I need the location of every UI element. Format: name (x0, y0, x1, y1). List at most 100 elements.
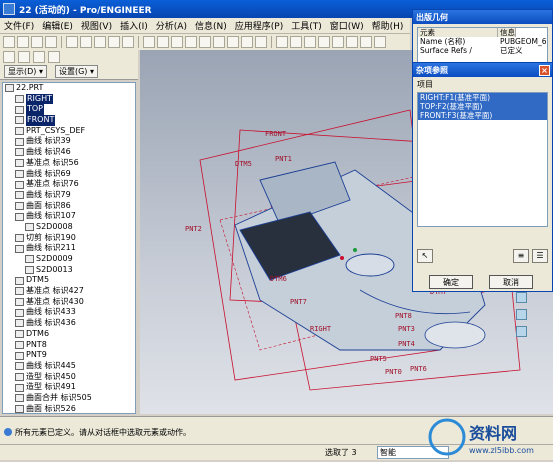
wireframe-icon[interactable] (290, 36, 302, 48)
tree-item[interactable]: PNT9 (3, 350, 135, 361)
tree-item[interactable]: 基准点 标识76 (3, 179, 135, 190)
settings-menu-button[interactable]: 设置(G) ▾ (54, 65, 98, 78)
hidden-line-icon[interactable] (304, 36, 316, 48)
layers-icon[interactable] (276, 36, 288, 48)
tree-item[interactable]: 曲线 标识436 (3, 318, 135, 329)
tree-item[interactable]: 22.PRT (3, 83, 135, 94)
datum-points-icon[interactable] (360, 36, 372, 48)
tree-item-label: FRONT (26, 115, 56, 126)
datum-label: PNT8 (395, 312, 412, 320)
open-file-icon[interactable] (17, 36, 29, 48)
saved-views-icon[interactable] (255, 36, 267, 48)
tree-item[interactable]: 造型 标识450 (3, 372, 135, 383)
print-icon[interactable] (45, 36, 57, 48)
reference-list[interactable]: RIGHT:F1(基准平面) TOP:F2(基准平面) FRONT:F3(基准平… (417, 92, 548, 227)
redo-icon[interactable] (80, 36, 92, 48)
tree-item[interactable]: 基准点 标识56 (3, 158, 135, 169)
tree-item[interactable]: S2D0008 (3, 222, 135, 233)
tree-item[interactable]: 曲面 标识526 (3, 404, 135, 413)
list-item[interactable]: FRONT:F3(基准平面) (418, 111, 547, 120)
model-tree-icon[interactable] (18, 51, 30, 63)
column-header: 信息 (498, 28, 516, 37)
datum-axes-icon[interactable] (346, 36, 358, 48)
zoom-in-icon[interactable] (199, 36, 211, 48)
tree-item[interactable]: DTM5 (3, 275, 135, 286)
tree-item[interactable]: 曲线 标识79 (3, 190, 135, 201)
repaint-icon[interactable] (171, 36, 183, 48)
tree-item[interactable]: FRONT (3, 115, 135, 126)
close-icon[interactable]: × (539, 64, 550, 76)
tree-item[interactable]: TOP (3, 104, 135, 116)
list-item[interactable]: RIGHT:F1(基准平面) (418, 93, 547, 102)
menu-item[interactable]: 窗口(W) (330, 19, 364, 32)
select-icon[interactable] (157, 36, 169, 48)
cancel-button[interactable]: 取消 (489, 275, 533, 289)
selection-count: 选取了 3 (325, 448, 357, 457)
tree-item[interactable]: 曲线 标识211 (3, 243, 135, 254)
menu-item[interactable]: 视图(V) (81, 19, 112, 32)
model-tree[interactable]: 22.PRT RIGHT TOP FRONT PRT_CSYS_DEF 曲线 标识39 曲线… (2, 82, 136, 414)
datum-plane-tool-icon[interactable] (516, 292, 527, 303)
tree-item[interactable]: 曲线 标识69 (3, 169, 135, 180)
tree-item[interactable]: S2D0009 (3, 254, 135, 265)
menu-item[interactable]: 工具(T) (291, 19, 322, 32)
cut-icon[interactable] (94, 36, 106, 48)
csys-icon[interactable] (374, 36, 386, 48)
folder-icon[interactable] (33, 51, 45, 63)
save-icon[interactable] (31, 36, 43, 48)
context-help-icon[interactable] (3, 51, 15, 63)
list-item[interactable]: TOP:F2(基准平面) (418, 102, 547, 111)
tree-item[interactable]: 曲线 标识107 (3, 211, 135, 222)
tree-item[interactable]: PRT_CSYS_DEF (3, 126, 135, 137)
ok-button[interactable]: 确定 (429, 275, 473, 289)
tree-item[interactable]: PNT8 (3, 340, 135, 351)
tree-item[interactable]: 基准点 标识427 (3, 286, 135, 297)
tree-item-label: 曲线 标识39 (26, 136, 71, 146)
datum-curve-tool-icon[interactable] (516, 326, 527, 337)
table-cell: PUBGEOM_6 (500, 37, 547, 46)
table-row[interactable]: Surface Refs / 已定义 (418, 46, 547, 55)
paste-icon[interactable] (122, 36, 134, 48)
menu-item[interactable]: 信息(N) (195, 19, 227, 32)
menu-item[interactable]: 文件(F) (4, 19, 34, 32)
table-row[interactable]: Name (名称) PUBGEOM_6 (418, 37, 547, 46)
shading-icon[interactable] (318, 36, 330, 48)
tree-item[interactable]: 切剪 标识190 (3, 233, 135, 244)
datum-planes-icon[interactable] (332, 36, 344, 48)
tree-item[interactable]: S2D0013 (3, 265, 135, 276)
tree-item[interactable]: 曲线 标识46 (3, 147, 135, 158)
menu-item[interactable]: 帮助(H) (372, 19, 404, 32)
menu-item[interactable]: 应用程序(P) (235, 19, 283, 32)
tree-item[interactable]: 曲线 标识433 (3, 307, 135, 318)
list-view-icon[interactable]: ≡ (513, 249, 529, 263)
tree-item[interactable]: 曲线 标识445 (3, 361, 135, 372)
copy-icon[interactable] (108, 36, 120, 48)
regenerate-icon[interactable] (143, 36, 155, 48)
zoom-out-icon[interactable] (213, 36, 225, 48)
menu-item[interactable]: 插入(I) (120, 19, 148, 32)
reorient-icon[interactable] (241, 36, 253, 48)
tree-item[interactable]: 曲面合并 标识505 (3, 393, 135, 404)
watermark-graphic: 资料网 www.zl5ibb.com (428, 418, 534, 456)
feature-icon (15, 127, 24, 136)
tree-item[interactable]: 曲面 标识86 (3, 201, 135, 212)
tree-item[interactable]: 造型 标识491 (3, 382, 135, 393)
tree-item[interactable]: DTM6 (3, 329, 135, 340)
tree-item[interactable]: 曲线 标识39 (3, 136, 135, 147)
orient-icon[interactable] (185, 36, 197, 48)
datum-axis-tool-icon[interactable] (516, 309, 527, 320)
menu-item[interactable]: 分析(A) (156, 19, 187, 32)
undo-icon[interactable] (66, 36, 78, 48)
detail-view-icon[interactable]: ☰ (532, 249, 548, 263)
menu-item[interactable]: 编辑(E) (42, 19, 73, 32)
show-menu-button[interactable]: 显示(D) ▾ (4, 65, 47, 78)
tree-item[interactable]: RIGHT (3, 93, 135, 105)
feature-icon (15, 212, 24, 221)
favorites-icon[interactable] (48, 51, 60, 63)
refit-icon[interactable] (227, 36, 239, 48)
select-arrow-icon[interactable]: ↖ (417, 249, 433, 263)
tree-item[interactable]: 基准点 标识430 (3, 297, 135, 308)
datum-label: PNT3 (398, 325, 415, 333)
new-file-icon[interactable] (3, 36, 15, 48)
